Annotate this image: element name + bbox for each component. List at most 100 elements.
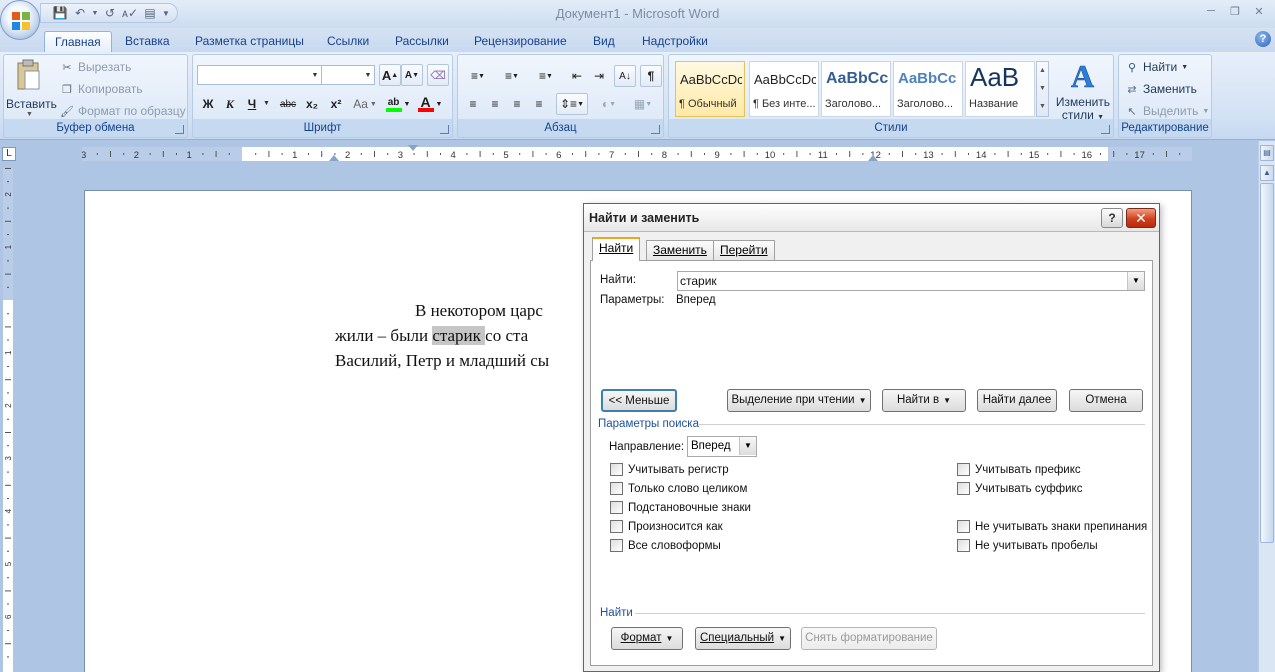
save-icon[interactable]: 💾 <box>51 5 69 21</box>
paste-dropdown-icon[interactable]: ▼ <box>26 111 33 118</box>
align-right-button[interactable]: ≡ <box>506 93 528 115</box>
wildcards-checkbox[interactable]: Подстановочные знаки <box>610 501 751 514</box>
no-formatting-button[interactable]: Снять форматирование <box>801 627 937 650</box>
tab-home[interactable]: Главная <box>44 31 112 52</box>
first-line-indent-marker[interactable] <box>408 145 418 151</box>
bullets-button[interactable]: ≡ ▼ <box>462 65 494 87</box>
justify-button[interactable]: ≡ <box>528 93 550 115</box>
styles-more-icon[interactable]: ▼ <box>1037 98 1048 116</box>
superscript-button[interactable]: x² <box>325 93 347 115</box>
ignore-whitespace-checkbox[interactable]: Не учитывать пробелы <box>957 539 1098 552</box>
undo-icon[interactable]: ↶ <box>71 5 89 21</box>
paste-button[interactable]: Вставить ▼ <box>6 57 57 119</box>
close-icon[interactable]: ✕ <box>1249 2 1269 20</box>
style-no-spacing[interactable]: AaBbCcDc ¶ Без инте... <box>749 61 819 117</box>
borders-button[interactable]: ▦ ▼ <box>628 93 658 115</box>
reading-highlight-button[interactable]: Выделение при чтении ▼ <box>727 389 871 412</box>
match-prefix-checkbox[interactable]: Учитывать префикс <box>957 463 1081 476</box>
copy-button[interactable]: ❐ Копировать <box>60 82 143 96</box>
print-preview-icon[interactable]: ▤ <box>141 5 159 21</box>
style-normal[interactable]: AaBbCcDc ¶ Обычный <box>675 61 745 117</box>
tab-page-layout[interactable]: Разметка страницы <box>185 31 314 52</box>
styles-launcher-icon[interactable] <box>1101 125 1110 134</box>
spelling-icon[interactable]: ᴀ✓ <box>121 5 139 21</box>
whole-word-checkbox[interactable]: Только слово целиком <box>610 482 747 495</box>
tab-goto[interactable]: Перейти <box>713 240 775 260</box>
show-marks-button[interactable]: ¶ <box>640 65 662 87</box>
all-word-forms-checkbox[interactable]: Все словоформы <box>610 539 721 552</box>
checkbox-box[interactable] <box>957 539 970 552</box>
dialog-help-button[interactable]: ? <box>1101 208 1123 228</box>
font-launcher-icon[interactable] <box>440 125 449 134</box>
less-button[interactable]: << Меньше <box>601 389 677 412</box>
checkbox-box[interactable] <box>957 463 970 476</box>
restore-icon[interactable]: ❐ <box>1225 2 1245 20</box>
underline-button[interactable]: Ч <box>241 93 263 115</box>
vertical-ruler[interactable]: 2 1 1 2 3 4 5 6 <box>0 168 16 672</box>
tab-view[interactable]: Вид <box>583 31 625 52</box>
clear-formatting-button[interactable]: ⌫ <box>427 64 449 86</box>
right-indent-marker[interactable] <box>868 155 878 161</box>
dialog-close-button[interactable]: ✕ <box>1126 208 1156 228</box>
checkbox-box[interactable] <box>610 463 623 476</box>
change-case-button[interactable]: Aa ▼ <box>351 93 379 115</box>
strikethrough-button[interactable]: abc <box>277 93 299 115</box>
checkbox-box[interactable] <box>610 539 623 552</box>
checkbox-box[interactable] <box>957 482 970 495</box>
hanging-indent-marker[interactable] <box>329 155 339 161</box>
tab-references[interactable]: Ссылки <box>317 31 379 52</box>
undo-dropdown-icon[interactable]: ▼ <box>91 5 99 21</box>
checkbox-box[interactable] <box>610 501 623 514</box>
cut-button[interactable]: ✂ Вырезать <box>60 60 131 74</box>
select-button[interactable]: ↖ Выделить ▼ <box>1125 104 1209 118</box>
customize-qat-icon[interactable]: ▼ <box>161 5 171 21</box>
ruler-toggle-icon[interactable]: ▤ <box>1260 145 1274 161</box>
match-suffix-checkbox[interactable]: Учитывать суффикс <box>957 482 1082 495</box>
tab-mailings[interactable]: Рассылки <box>385 31 459 52</box>
checkbox-box[interactable] <box>610 520 623 533</box>
underline-dropdown-icon[interactable]: ▼ <box>263 100 270 107</box>
font-name-combo[interactable]: ▼ <box>197 65 322 85</box>
minimize-icon[interactable]: ─ <box>1201 2 1221 20</box>
paragraph-launcher-icon[interactable] <box>651 125 660 134</box>
tab-selector[interactable]: L <box>2 147 16 161</box>
office-button[interactable] <box>0 0 40 40</box>
match-case-checkbox[interactable]: Учитывать регистр <box>610 463 729 476</box>
style-title[interactable]: AaB Название <box>965 61 1035 117</box>
find-button[interactable]: ⚲ Найти ▼ <box>1125 60 1188 74</box>
italic-button[interactable]: К <box>219 93 241 115</box>
replace-button[interactable]: ⇄ Заменить <box>1125 82 1197 96</box>
find-next-button[interactable]: Найти далее <box>977 389 1057 412</box>
dialog-title-bar[interactable]: Найти и заменить ? ✕ <box>584 204 1159 232</box>
grow-font-button[interactable]: A ▲ <box>379 64 401 86</box>
special-button[interactable]: Специальный ▼ <box>695 627 791 650</box>
find-in-button[interactable]: Найти в ▼ <box>882 389 966 412</box>
sort-button[interactable]: A↓ <box>614 65 636 87</box>
style-heading-1[interactable]: AaBbCc Заголово... <box>821 61 891 117</box>
styles-scroll[interactable]: ▲ ▼ ▼ <box>1036 61 1049 117</box>
format-painter-button[interactable]: 🖌 Формат по образцу <box>60 104 186 118</box>
direction-dropdown-icon[interactable]: ▼ <box>739 437 756 455</box>
subscript-button[interactable]: x₂ <box>301 93 323 115</box>
tab-insert[interactable]: Вставка <box>115 31 180 52</box>
find-what-input[interactable]: старик ▼ <box>677 271 1145 291</box>
ignore-punctuation-checkbox[interactable]: Не учитывать знаки препинания <box>957 520 1147 533</box>
sounds-like-checkbox[interactable]: Произносится как <box>610 520 723 533</box>
format-button[interactable]: Формат ▼ <box>611 627 683 650</box>
horizontal-ruler[interactable]: 3 2 1 1 2 3 4 5 6 7 8 9 10 11 12 13 14 15 16 17 <box>82 145 1192 161</box>
styles-up-icon[interactable]: ▲ <box>1037 62 1048 80</box>
tab-replace[interactable]: Заменить <box>646 240 714 260</box>
help-icon[interactable]: ? <box>1255 31 1271 47</box>
vertical-scrollbar[interactable]: ▤ ▲ <box>1258 141 1275 672</box>
numbering-button[interactable]: ≡ ▼ <box>496 65 528 87</box>
multilevel-list-button[interactable]: ≡ ▼ <box>530 65 562 87</box>
shrink-font-button[interactable]: A ▼ <box>401 64 423 86</box>
highlight-button[interactable]: ab ▼ <box>385 93 411 115</box>
styles-down-icon[interactable]: ▼ <box>1037 80 1048 98</box>
font-name-dropdown-icon[interactable]: ▼ <box>309 66 321 84</box>
scroll-up-icon[interactable]: ▲ <box>1260 165 1274 181</box>
font-size-combo[interactable]: ▼ <box>321 65 375 85</box>
cancel-button[interactable]: Отмена <box>1069 389 1143 412</box>
direction-select[interactable]: Вперед ▼ <box>687 436 757 457</box>
clipboard-launcher-icon[interactable] <box>175 125 184 134</box>
